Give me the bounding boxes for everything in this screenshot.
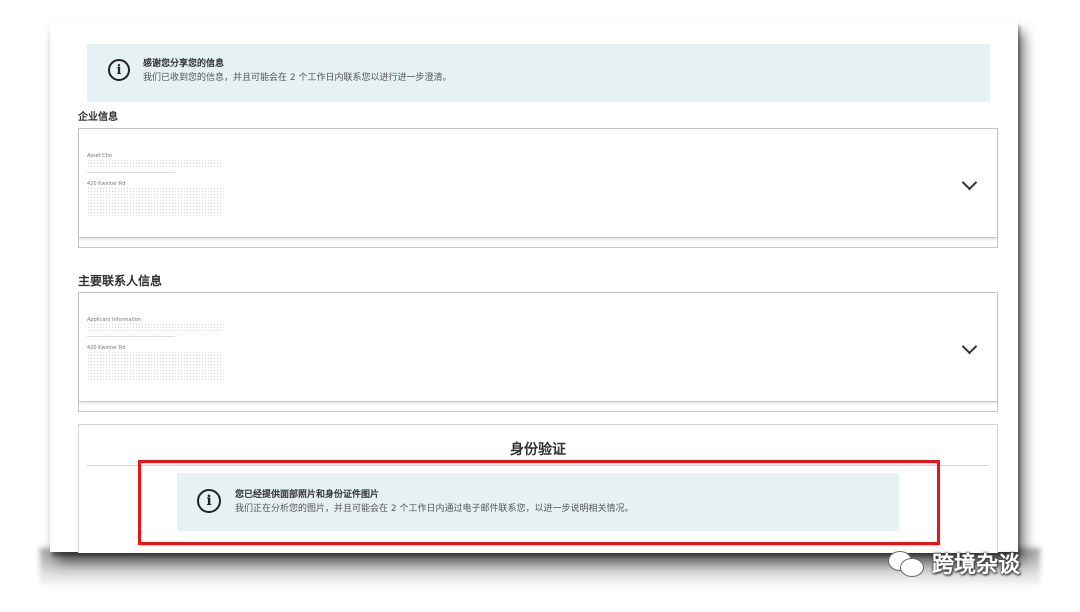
- watermark-text: 跨境杂谈: [932, 553, 1021, 578]
- contact-info-panel[interactable]: Applicant Information 420 Kwinter Rd: [78, 292, 998, 412]
- contact-info-summary[interactable]: Applicant Information 420 Kwinter Rd: [79, 293, 997, 402]
- contact-info-label: 主要联系人信息: [78, 274, 163, 288]
- company-info-panel[interactable]: Asset Cho 420 Kwinter Rd: [78, 128, 998, 248]
- redacted-field: [87, 323, 223, 331]
- banner-text: 我们已收到您的信息，并且可能会在 2 个工作日内联系您以进行进一步澄清。: [143, 73, 452, 83]
- field-divider: [87, 336, 175, 337]
- company-info-summary[interactable]: Asset Cho 420 Kwinter Rd: [79, 129, 997, 238]
- company-info-label: 企业信息: [78, 112, 118, 123]
- chevron-down-icon[interactable]: [961, 338, 978, 355]
- wechat-icon: [888, 549, 926, 577]
- field-divider: [87, 172, 175, 173]
- identity-title: 身份验证: [510, 442, 566, 458]
- highlight-box: [138, 460, 940, 545]
- redacted-field: [87, 187, 223, 217]
- info-icon: i: [108, 59, 130, 81]
- chevron-down-icon[interactable]: [961, 174, 978, 191]
- banner-title: 感谢您分享您的信息: [143, 59, 225, 69]
- info-banner: i 感谢您分享您的信息 我们已收到您的信息，并且可能会在 2 个工作日内联系您以…: [87, 44, 990, 102]
- watermark: 跨境杂谈: [888, 546, 1020, 580]
- redacted-field: [87, 159, 223, 167]
- redacted-field: [87, 351, 223, 381]
